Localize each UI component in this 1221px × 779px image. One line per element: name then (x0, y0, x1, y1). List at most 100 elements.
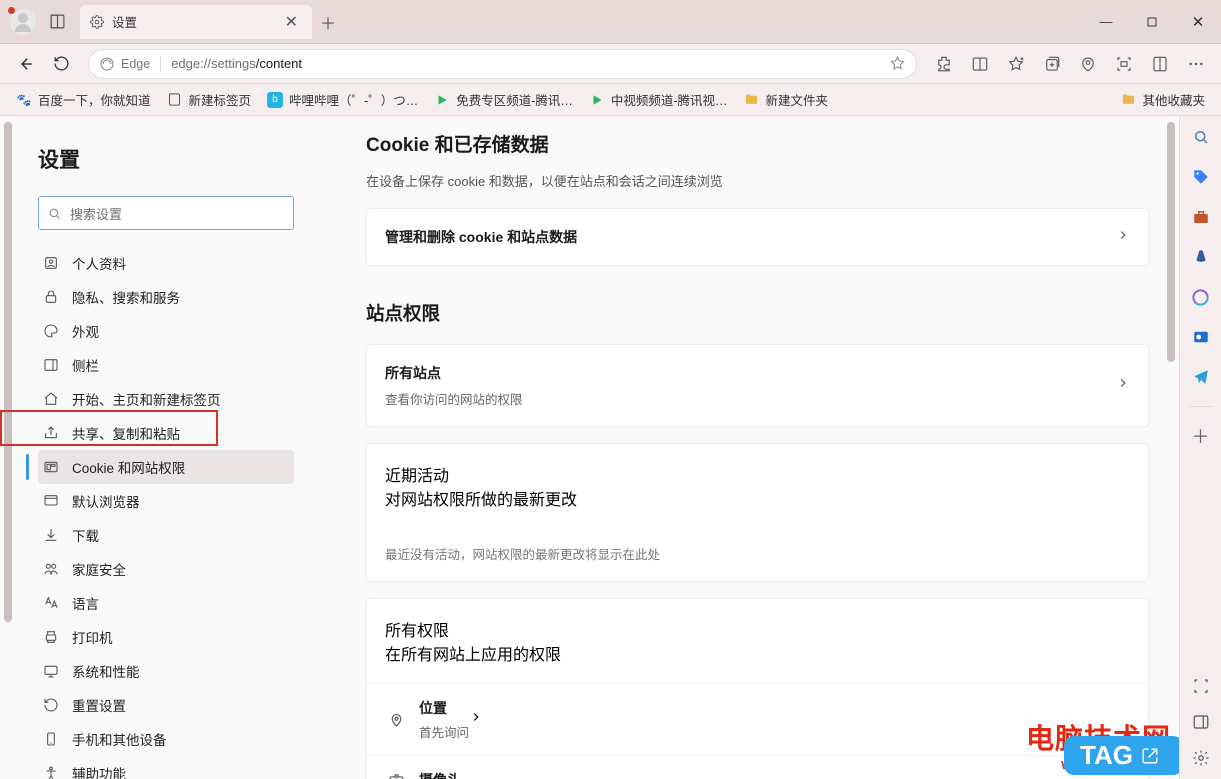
url-path: /content (256, 56, 302, 71)
briefcase-icon[interactable] (1190, 206, 1212, 228)
reader-icon[interactable] (1143, 47, 1177, 81)
recent-empty-text: 最近没有活动，网站权限的最新更改将显示在此处 (367, 528, 1148, 581)
gear-icon (90, 15, 104, 29)
window-close[interactable]: ✕ (1175, 0, 1221, 44)
chevron-right-icon (1116, 228, 1130, 247)
telegram-icon[interactable] (1190, 366, 1212, 388)
outlook-icon[interactable] (1190, 326, 1212, 348)
card-recent-activity: 近期活动 对网站权限所做的最新更改 最近没有活动，网站权限的最新更改将显示在此处 (366, 443, 1149, 582)
bookmark-item[interactable]: 免费专区频道-腾讯… (428, 87, 579, 112)
add-sidebar-app-icon[interactable]: ＋ (1190, 425, 1212, 447)
sidebar-item-cookie[interactable]: Cookie 和网站权限 (38, 450, 294, 484)
card-all-sites[interactable]: 所有站点 查看你访问的网站的权限 (366, 344, 1149, 427)
split-screen-icon[interactable] (963, 47, 997, 81)
sidebar-item-label: 打印机 (72, 627, 113, 647)
sidebar-item-lang[interactable]: 语言 (38, 586, 294, 620)
sidebar-item-perf[interactable]: 系统和性能 (38, 654, 294, 688)
reset-icon (42, 697, 60, 713)
section-subtitle-cookies: 在设备上保存 cookie 和数据，以便在站点和会话之间连续浏览 (366, 171, 1149, 190)
site-identity[interactable]: Edge (99, 56, 150, 72)
browser-tab-active[interactable]: 设置 ✕ (80, 5, 312, 39)
collections-icon[interactable] (1035, 47, 1069, 81)
bookmark-item[interactable]: 新建标签页 (161, 87, 258, 112)
bookmark-item[interactable]: 🐾百度一下，你就知道 (10, 87, 157, 112)
sidebar-item-label: 手机和其他设备 (72, 729, 167, 749)
sidebar-item-reset[interactable]: 重置设置 (38, 688, 294, 722)
browser-essentials-icon[interactable] (1071, 47, 1105, 81)
sidebar-item-lock[interactable]: 隐私、搜索和服务 (38, 280, 294, 314)
sidebar-item-profile[interactable]: 个人资料 (38, 246, 294, 280)
bookmark-item[interactable]: 中视频频道-腾讯视… (583, 87, 734, 112)
sidebar-settings-icon[interactable] (1190, 747, 1212, 769)
search-placeholder: 搜索设置 (70, 204, 122, 223)
profile-avatar[interactable] (10, 9, 36, 35)
content-scrollbar[interactable] (1165, 116, 1179, 779)
sidebar-item-label: 共享、复制和粘贴 (72, 423, 180, 443)
sidebar-item-label: 隐私、搜索和服务 (72, 287, 180, 307)
sidebar-item-label: Cookie 和网站权限 (72, 457, 185, 477)
baidu-favicon-icon: 🐾 (16, 92, 32, 108)
nav-refresh-button[interactable] (44, 47, 78, 81)
row-title: 管理和删除 cookie 和站点数据 (385, 227, 1116, 247)
screenshot-icon[interactable] (1107, 47, 1141, 81)
tencent-video-favicon-icon (589, 92, 605, 108)
family-icon (42, 561, 60, 577)
settings-content: Cookie 和已存储数据 在设备上保存 cookie 和数据，以便在站点和会话… (320, 116, 1179, 779)
price-tag-icon[interactable] (1190, 166, 1212, 188)
extensions-icon[interactable] (927, 47, 961, 81)
sidebar-item-label: 默认浏览器 (72, 491, 140, 511)
share-icon (42, 425, 60, 441)
add-favorite-icon[interactable] (999, 47, 1033, 81)
sidebar-item-label: 下载 (72, 525, 99, 545)
bookmark-item[interactable]: 新建文件夹 (738, 87, 835, 112)
tab-title: 设置 (112, 12, 281, 31)
sidebar-item-label: 个人资料 (72, 253, 126, 273)
profile-icon (42, 255, 60, 271)
sidebar-item-printer[interactable]: 打印机 (38, 620, 294, 654)
lang-icon (42, 595, 60, 611)
sidebar-item-browser[interactable]: 默认浏览器 (38, 484, 294, 518)
tab-close-icon[interactable]: ✕ (281, 10, 302, 34)
permission-row-location[interactable]: 位置 首先询问 (367, 683, 1148, 755)
sidebar-item-home[interactable]: 开始、主页和新建标签页 (38, 382, 294, 416)
more-menu-icon[interactable] (1179, 47, 1213, 81)
access-icon (42, 765, 60, 779)
sidebar-item-access[interactable]: 辅助功能 (38, 756, 294, 779)
sidebar-item-label: 辅助功能 (72, 763, 126, 779)
search-icon[interactable] (1190, 126, 1212, 148)
divider (160, 56, 161, 72)
bookmark-item[interactable]: b哔哩哔哩（゜-゜）つ… (261, 87, 424, 112)
sidebar-item-phone[interactable]: 手机和其他设备 (38, 722, 294, 756)
bookmarks-bar: 🐾百度一下，你就知道 新建标签页 b哔哩哔哩（゜-゜）つ… 免费专区频道-腾讯…… (0, 84, 1221, 116)
sidebar-item-share[interactable]: 共享、复制和粘贴 (38, 416, 294, 450)
workspaces-icon[interactable] (44, 13, 70, 30)
phone-icon (42, 731, 60, 747)
address-bar[interactable]: Edge edge://settings /content (88, 49, 917, 79)
settings-search-input[interactable]: 搜索设置 (38, 196, 294, 230)
sidebar-item-sidebar[interactable]: 侧栏 (38, 348, 294, 382)
copilot-icon[interactable] (1190, 286, 1212, 308)
browser-icon (42, 493, 60, 509)
sidebar-item-family[interactable]: 家庭安全 (38, 552, 294, 586)
favorite-star-icon[interactable] (889, 55, 906, 72)
bilibili-favicon-icon: b (267, 92, 283, 108)
games-icon[interactable] (1190, 246, 1212, 268)
folder-icon (744, 92, 760, 108)
window-minimize[interactable]: — (1083, 0, 1129, 44)
other-bookmarks[interactable]: 其他收藏夹 (1114, 87, 1211, 112)
sidebar-item-download[interactable]: 下载 (38, 518, 294, 552)
sidebar-toggle-icon[interactable] (1190, 711, 1212, 733)
lock-icon (42, 289, 60, 305)
edge-label: Edge (121, 57, 150, 71)
sidebar-item-palette[interactable]: 外观 (38, 314, 294, 348)
home-icon (42, 391, 60, 407)
chevron-right-icon (1116, 376, 1130, 395)
nav-back-button[interactable] (8, 47, 42, 81)
permission-row-camera[interactable]: 摄像头 (367, 755, 1148, 779)
new-tab-button[interactable]: ＋ (312, 10, 344, 34)
card-manage-cookies[interactable]: 管理和删除 cookie 和站点数据 (366, 208, 1149, 266)
sidebar-item-label: 开始、主页和新建标签页 (72, 389, 221, 409)
window-maximize[interactable] (1129, 0, 1175, 44)
screenshot-tool-icon[interactable] (1190, 675, 1212, 697)
tencent-video-favicon-icon (434, 92, 450, 108)
